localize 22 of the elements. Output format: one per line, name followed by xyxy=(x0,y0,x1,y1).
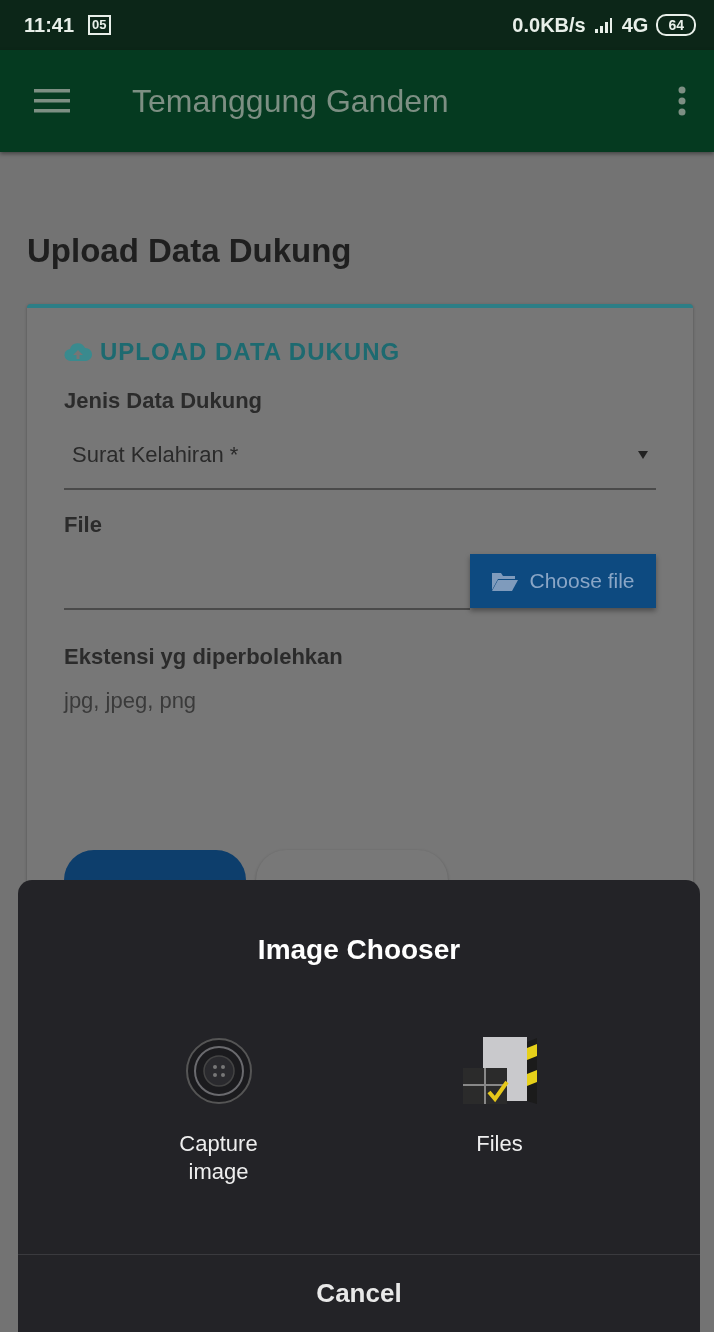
field-label: Ekstensi yg diperbolehkan xyxy=(64,644,344,670)
signal-icon xyxy=(593,17,614,33)
dialog-title: Image Chooser xyxy=(256,934,462,966)
field-label: File xyxy=(64,512,103,538)
status-time: 11:41 xyxy=(24,13,75,37)
chooser-option[interactable]: Capture image xyxy=(153,1034,284,1194)
more-options-icon[interactable] xyxy=(678,86,686,116)
field-label: Jenis Data Dukung xyxy=(64,388,264,414)
menu-icon[interactable] xyxy=(34,88,70,114)
page-title: Upload Data Dukung xyxy=(27,232,353,270)
cloud-upload-icon xyxy=(64,342,92,362)
choose-file-button[interactable]: Choose file xyxy=(470,554,656,608)
chooser-option[interactable]: Files xyxy=(434,1034,565,1194)
caret-icon xyxy=(638,451,648,459)
card-title: UPLOAD DATA DUKUNG xyxy=(100,338,401,366)
battery-level: 64 xyxy=(668,17,684,33)
calendar-badge: 05 xyxy=(88,15,111,35)
allowed-extensions: jpg, jpeg, png xyxy=(64,688,198,714)
app-title: Temanggung Gandem xyxy=(132,82,450,120)
network-speed: 0.0KB/s xyxy=(512,13,586,37)
network-type: 4G xyxy=(621,13,649,37)
folder-icon xyxy=(491,570,520,592)
